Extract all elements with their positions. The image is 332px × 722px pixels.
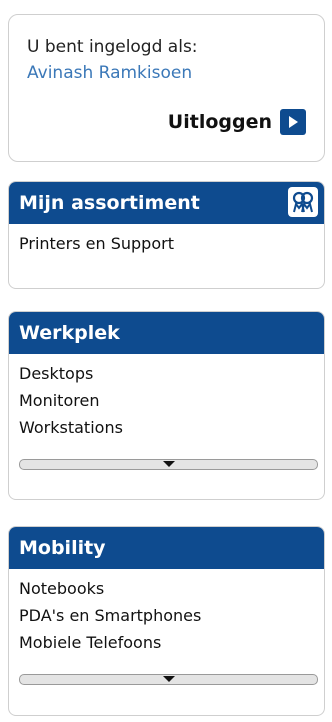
list-item-pdas-en-smartphones[interactable]: PDA's en Smartphones xyxy=(19,602,314,629)
list-item-mobiele-telefoons[interactable]: Mobiele Telefoons xyxy=(19,629,314,656)
section-header[interactable]: Mobility xyxy=(9,527,324,569)
chevron-down-icon[interactable] xyxy=(163,461,175,467)
login-label: U bent ingelogd als: xyxy=(27,37,198,57)
section-list: Printers en Support xyxy=(9,224,324,257)
section-title: Werkplek xyxy=(19,322,120,344)
expand-scrollbar[interactable] xyxy=(19,674,318,685)
list-item-workstations[interactable]: Workstations xyxy=(19,414,314,441)
logout-label[interactable]: Uitloggen xyxy=(168,111,272,133)
section-title: Mobility xyxy=(19,537,106,559)
login-panel: U bent ingelogd als: Avinash Ramkisoen U… xyxy=(8,14,325,162)
people-icon[interactable] xyxy=(288,187,318,217)
list-item-monitoren[interactable]: Monitoren xyxy=(19,387,314,414)
arrow-right-icon[interactable] xyxy=(280,109,306,135)
chevron-down-icon[interactable] xyxy=(163,676,175,682)
section-title: Mijn assortiment xyxy=(19,192,200,214)
list-item-notebooks[interactable]: Notebooks xyxy=(19,575,314,602)
section-mijn-assortiment: Mijn assortiment Printers en Support xyxy=(8,181,325,289)
expand-scrollbar[interactable] xyxy=(19,459,318,470)
section-mobility: Mobility Notebooks PDA's en Smartphones … xyxy=(8,526,325,716)
section-list: Desktops Monitoren Workstations xyxy=(9,354,324,470)
section-header[interactable]: Mijn assortiment xyxy=(9,182,324,224)
page: U bent ingelogd als: Avinash Ramkisoen U… xyxy=(0,0,332,722)
list-item-printers-en-support[interactable]: Printers en Support xyxy=(19,230,314,257)
list-item-desktops[interactable]: Desktops xyxy=(19,360,314,387)
section-list: Notebooks PDA's en Smartphones Mobiele T… xyxy=(9,569,324,685)
logged-in-user[interactable]: Avinash Ramkisoen xyxy=(27,63,192,83)
logout-button[interactable]: Uitloggen xyxy=(168,109,306,135)
section-header[interactable]: Werkplek xyxy=(9,312,324,354)
section-werkplek: Werkplek Desktops Monitoren Workstations xyxy=(8,311,325,500)
